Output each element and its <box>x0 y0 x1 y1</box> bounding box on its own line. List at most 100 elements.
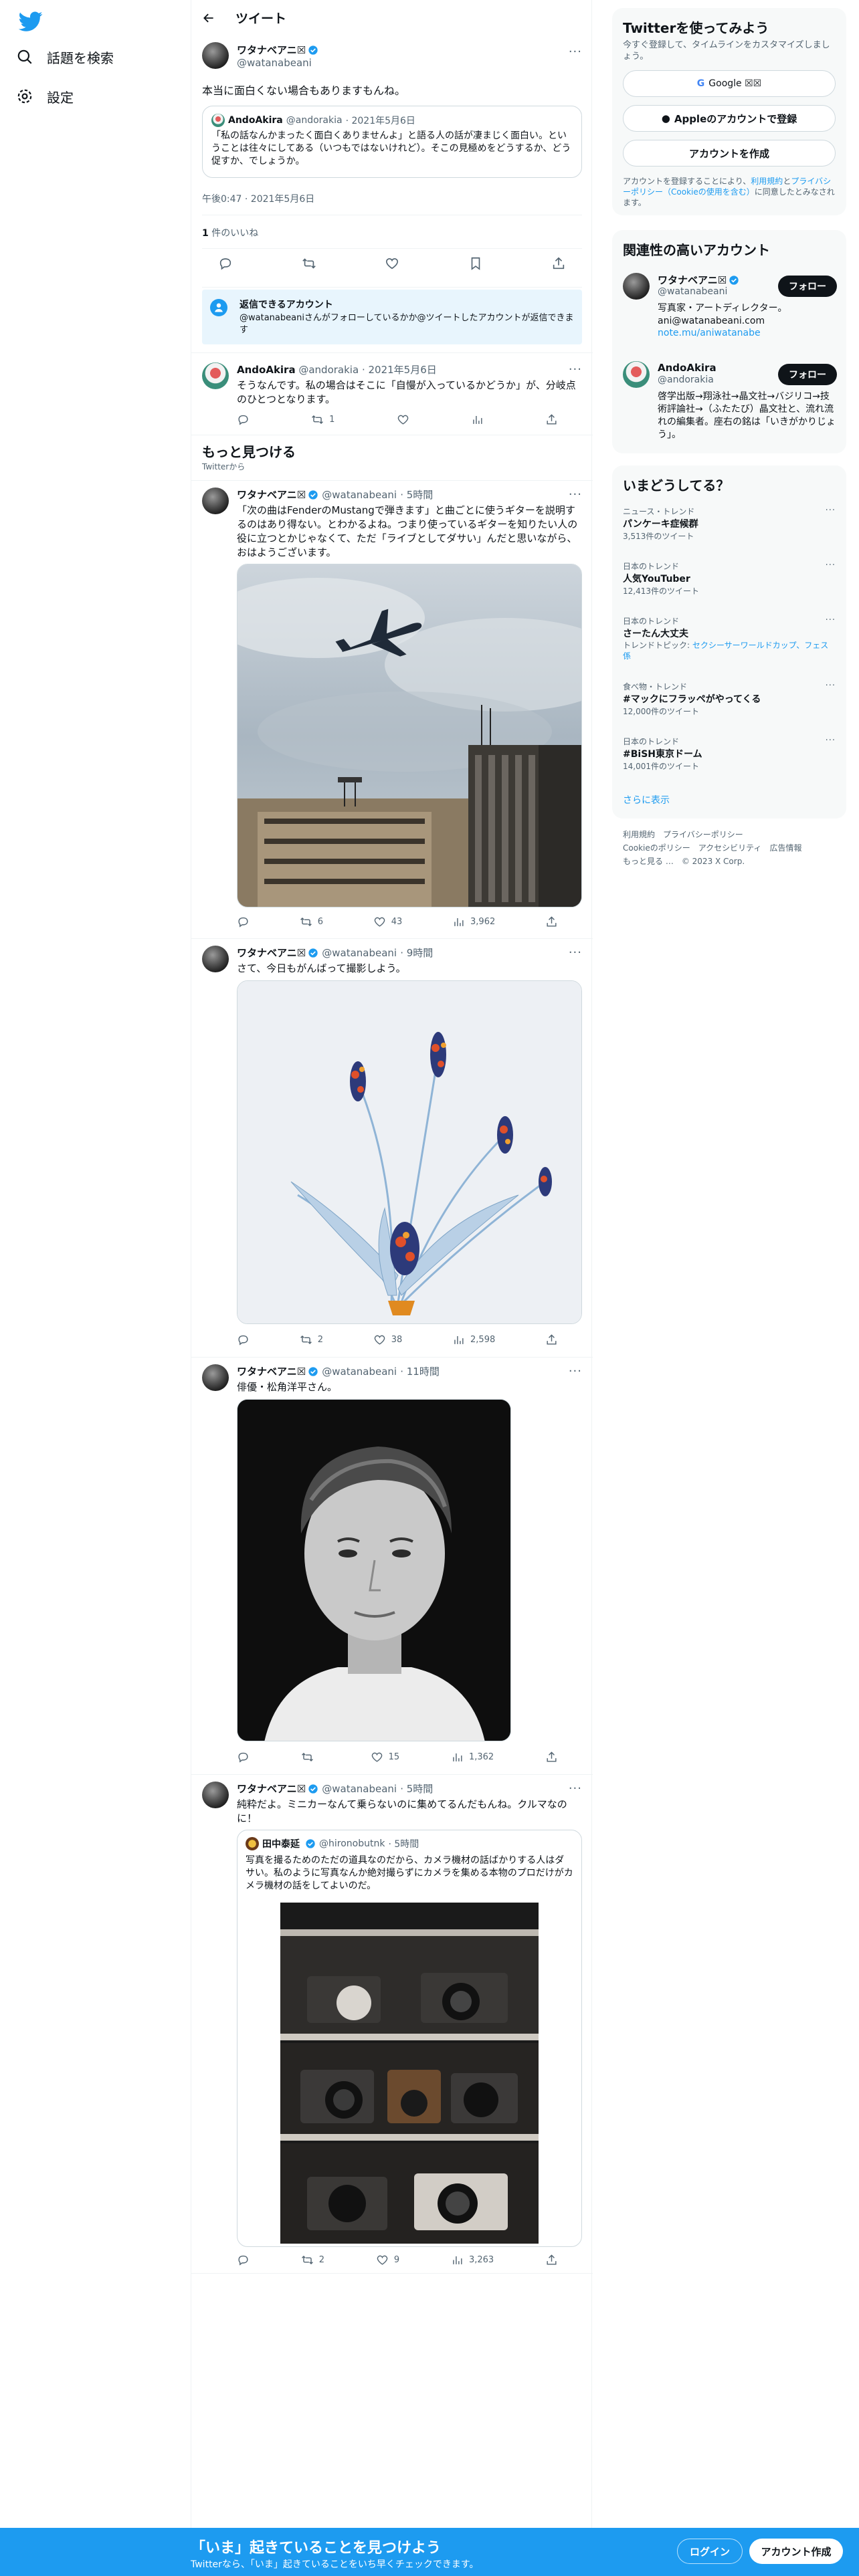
retweet-icon[interactable] <box>311 413 324 426</box>
like-icon[interactable] <box>385 256 399 271</box>
nav-explore[interactable]: 話題を検索 <box>16 39 114 74</box>
account-name[interactable]: ワタナベアニ <box>658 274 718 286</box>
retweet-icon[interactable] <box>302 256 316 271</box>
reply-tweet[interactable]: AndoAkira @andorakia · 2021年5月6日 ··· そうな… <box>191 352 593 435</box>
google-signup-button[interactable]: G Google ☒☒ <box>623 70 836 97</box>
like-icon[interactable] <box>373 1333 386 1346</box>
like-count-row[interactable]: 1 件のいいね <box>202 226 258 239</box>
follow-button[interactable]: フォロー <box>778 276 837 297</box>
tweet-time[interactable]: · 9時間 <box>400 947 433 959</box>
account-handle[interactable]: @andorakia <box>658 374 714 385</box>
follow-button[interactable]: フォロー <box>778 364 837 385</box>
author-name[interactable]: ワタナベアニ <box>237 489 297 501</box>
nav-settings[interactable]: 設定 <box>16 79 74 114</box>
more-icon[interactable]: ··· <box>569 488 582 502</box>
trend-item[interactable]: 食べ物・トレンド #マックにフラッペがやってくる 12,000件のツイート ··· <box>623 681 836 717</box>
trend-item[interactable]: 日本のトレンド #BiSH東京ドーム 14,001件のツイート ··· <box>623 736 836 772</box>
views-icon[interactable] <box>452 1333 465 1346</box>
reply-icon[interactable] <box>237 1333 250 1346</box>
signup-button[interactable]: アカウント作成 <box>749 2539 843 2564</box>
bookmark-icon[interactable] <box>468 256 483 271</box>
avatar[interactable] <box>623 361 650 388</box>
author-name[interactable]: ワタナベアニ <box>237 947 297 959</box>
share-icon[interactable] <box>545 916 558 928</box>
author-handle[interactable]: @watanabeani <box>237 57 318 69</box>
more-icon[interactable]: ··· <box>826 560 836 570</box>
author-handle[interactable]: @watanabeani <box>322 1366 397 1378</box>
footer-link[interactable]: Cookieのポリシー <box>623 843 690 853</box>
back-arrow-icon[interactable] <box>202 11 215 25</box>
share-icon[interactable] <box>545 1751 558 1763</box>
author-name[interactable]: ワタナベアニ <box>237 1783 297 1795</box>
reply-icon[interactable] <box>237 413 250 426</box>
more-icon[interactable]: ··· <box>826 506 836 516</box>
more-icon[interactable]: ··· <box>569 45 582 59</box>
more-icon[interactable]: ··· <box>569 362 582 377</box>
share-icon[interactable] <box>551 256 566 271</box>
timeline-tweet[interactable]: ワタナベアニ☒ @watanabeani · 9時間 ··· さて、今日もがんば… <box>191 939 593 1358</box>
like-icon[interactable] <box>373 916 386 928</box>
like-icon[interactable] <box>376 2254 389 2266</box>
footer-link[interactable]: 利用規約 <box>623 830 655 839</box>
create-account-button[interactable]: アカウントを作成 <box>623 140 836 167</box>
avatar[interactable] <box>623 273 650 300</box>
reply-icon[interactable] <box>237 1751 250 1763</box>
more-icon[interactable]: ··· <box>569 1782 582 1796</box>
reply-icon[interactable] <box>237 2254 250 2266</box>
more-icon[interactable]: ··· <box>826 615 836 625</box>
share-icon[interactable] <box>545 1333 558 1346</box>
author-name[interactable]: ワタナベアニ <box>237 1366 297 1378</box>
author-handle[interactable]: @watanabeani <box>322 947 397 959</box>
footer-link[interactable]: 広告情報 <box>769 843 801 853</box>
avatar[interactable] <box>202 1364 229 1391</box>
timeline-tweet[interactable]: ワタナベアニ☒ @watanabeani · 5時間 ··· 純粋だよ。ミニカー… <box>191 1775 593 2274</box>
account-link[interactable]: note.mu/aniwatanabe <box>658 328 761 338</box>
tweet-date[interactable]: · 2021年5月6日 <box>362 364 437 376</box>
terms-link[interactable]: 利用規約 <box>751 177 783 186</box>
like-icon[interactable] <box>397 413 409 426</box>
footer-more-link[interactable]: もっと見る … <box>623 857 674 866</box>
like-icon[interactable] <box>371 1751 383 1763</box>
tweet-photo-airplane[interactable] <box>237 564 582 907</box>
tweet-timestamp[interactable]: 午後0:47 · 2021年5月6日 <box>202 192 314 205</box>
login-button[interactable]: ログイン <box>677 2539 743 2564</box>
views-icon[interactable] <box>451 2254 464 2266</box>
show-more-link[interactable]: さらに表示 <box>623 793 670 807</box>
retweet-icon[interactable] <box>300 1333 312 1346</box>
reply-icon[interactable] <box>237 916 250 928</box>
tweet-photo-portrait[interactable] <box>237 1399 511 1741</box>
author-name[interactable]: ワタナベアニ <box>237 44 297 56</box>
account-handle[interactable]: @watanabeani <box>658 286 727 297</box>
avatar[interactable] <box>202 1782 229 1808</box>
avatar[interactable] <box>202 488 229 514</box>
avatar[interactable] <box>202 362 229 389</box>
tweet-time[interactable]: · 11時間 <box>400 1366 440 1378</box>
timeline-tweet[interactable]: ワタナベアニ☒ @watanabeani · 5時間 ··· 「次の曲はFend… <box>191 480 593 939</box>
twitter-logo-icon[interactable] <box>19 9 43 33</box>
views-icon[interactable] <box>451 1751 464 1763</box>
avatar[interactable] <box>202 946 229 972</box>
apple-signup-button[interactable]: ● Appleのアカウントで登録 <box>623 105 836 132</box>
author-handle[interactable]: @andorakia <box>298 364 359 376</box>
footer-link[interactable]: アクセシビリティ <box>698 843 762 853</box>
quote-tweet[interactable]: 田中泰延 @hironobutnk · 5時間 写真を撮るためのただの道具なのだ… <box>237 1830 582 2247</box>
share-icon[interactable] <box>545 413 558 426</box>
retweet-icon[interactable] <box>300 916 312 928</box>
footer-link[interactable]: プライバシーポリシー <box>663 830 743 839</box>
quote-photo-cameras[interactable] <box>280 1903 539 2244</box>
tweet-photo-flowers[interactable] <box>237 980 582 1324</box>
trend-item[interactable]: 日本のトレンド 人気YouTuber 12,413件のツイート ··· <box>623 560 836 597</box>
timeline-tweet[interactable]: ワタナベアニ☒ @watanabeani · 11時間 ··· 俳優・松角洋平さ… <box>191 1358 593 1775</box>
author-name[interactable]: AndoAkira <box>237 364 296 376</box>
views-icon[interactable] <box>452 916 465 928</box>
more-icon[interactable]: ··· <box>569 1364 582 1378</box>
retweet-icon[interactable] <box>301 1751 314 1763</box>
avatar[interactable] <box>202 42 229 69</box>
author-handle[interactable]: @watanabeani <box>322 1783 397 1795</box>
account-name[interactable]: AndoAkira <box>658 362 717 374</box>
trend-item[interactable]: 日本のトレンド さーたん大丈夫 トレンドトピック: セクシーサーワールドカップ、フェ… <box>623 615 836 661</box>
trend-item[interactable]: ニュース・トレンド パンケーキ症候群 3,513件のツイート ··· <box>623 506 836 542</box>
tweet-time[interactable]: · 5時間 <box>400 489 433 501</box>
views-icon[interactable] <box>471 413 484 426</box>
author-handle[interactable]: @watanabeani <box>322 489 397 501</box>
